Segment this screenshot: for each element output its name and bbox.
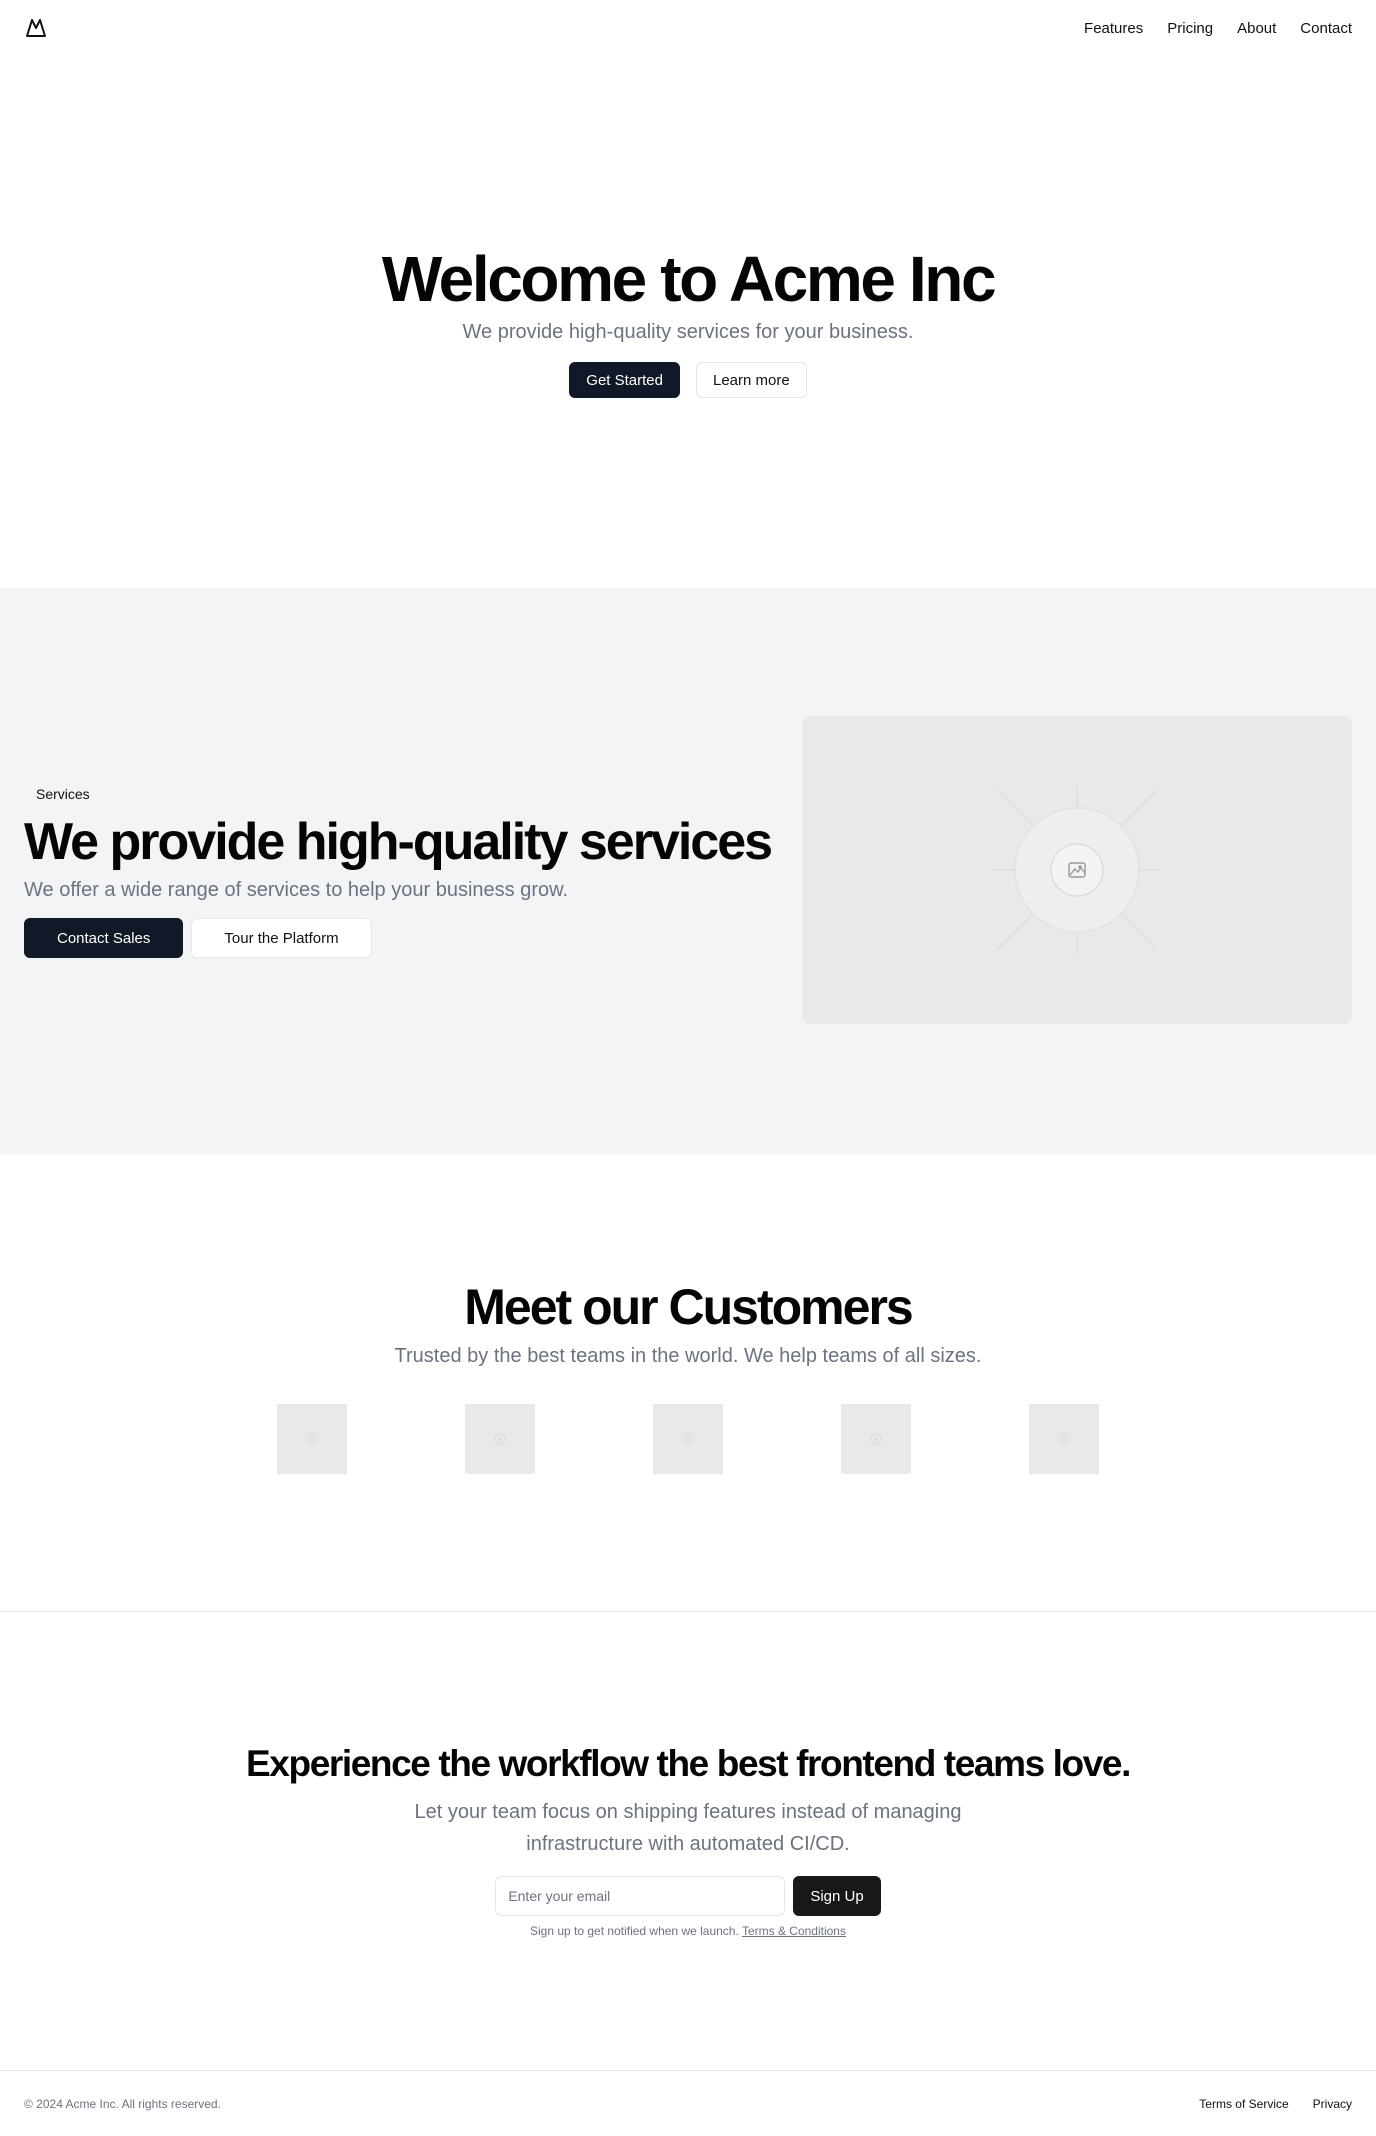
privacy-link[interactable]: Privacy <box>1313 2097 1352 2111</box>
signup-subtitle: Let your team focus on shipping features… <box>414 1801 962 1855</box>
logo-placeholder-icon <box>682 1433 694 1445</box>
mountain-icon <box>26 19 46 37</box>
contact-sales-button[interactable]: Contact Sales <box>24 918 184 958</box>
customer-logo <box>841 1404 911 1474</box>
logo-placeholder-icon <box>494 1433 506 1445</box>
signup-section: Experience the workflow the best fronten… <box>0 1612 1376 2070</box>
customer-logos <box>277 1404 1099 1474</box>
customers-title: Meet our Customers <box>464 1279 913 1335</box>
hero-actions: Get Started Learn more <box>569 362 807 398</box>
services-title: We provide high-quality services <box>24 813 773 871</box>
logo-link[interactable] <box>24 16 48 40</box>
signup-note-text: Sign up to get notified when we launch. <box>530 1924 739 1938</box>
hero-title: Welcome to Acme Inc <box>381 243 997 315</box>
hero-subtitle: We provide high-quality services for you… <box>462 321 914 343</box>
footer-links: Terms of Service Privacy <box>1199 2097 1352 2111</box>
customer-logo <box>277 1404 347 1474</box>
hero-section: Welcome to Acme Inc We provide high-qual… <box>0 56 1376 588</box>
services-section: Services We provide high-quality service… <box>0 588 1376 1154</box>
terms-conditions-link[interactable]: Terms & Conditions <box>742 1924 846 1938</box>
terms-of-service-link[interactable]: Terms of Service <box>1199 2097 1288 2111</box>
services-tag: Services <box>24 784 102 804</box>
logo-placeholder-icon <box>1058 1433 1070 1445</box>
signup-note: Sign up to get notified when we launch. … <box>530 1924 846 1938</box>
get-started-button[interactable]: Get Started <box>569 362 680 398</box>
main-nav: Features Pricing About Contact <box>1084 20 1352 37</box>
signup-form: Sign Up <box>495 1876 881 1916</box>
logo-placeholder-icon <box>306 1433 318 1445</box>
services-subtitle: We offer a wide range of services to hel… <box>24 879 568 901</box>
services-actions: Contact Sales Tour the Platform <box>24 918 764 958</box>
site-header: Features Pricing About Contact <box>0 0 1376 56</box>
customer-logo <box>1029 1404 1099 1474</box>
site-footer: © 2024 Acme Inc. All rights reserved. Te… <box>0 2070 1376 2136</box>
tour-platform-button[interactable]: Tour the Platform <box>191 918 372 958</box>
copyright-text: © 2024 Acme Inc. All rights reserved. <box>24 2096 221 2111</box>
customer-logo <box>653 1404 723 1474</box>
customers-subtitle: Trusted by the best teams in the world. … <box>394 1345 982 1367</box>
services-image-placeholder <box>802 716 1352 1024</box>
nav-contact[interactable]: Contact <box>1300 20 1352 37</box>
customer-logo <box>465 1404 535 1474</box>
email-input[interactable] <box>495 1876 786 1916</box>
nav-pricing[interactable]: Pricing <box>1167 20 1213 37</box>
nav-about[interactable]: About <box>1237 20 1276 37</box>
signup-title: Experience the workflow the best fronten… <box>246 1743 1131 1784</box>
logo-placeholder-icon <box>870 1433 882 1445</box>
nav-features[interactable]: Features <box>1084 20 1143 37</box>
image-placeholder-icon <box>993 786 1161 954</box>
learn-more-button[interactable]: Learn more <box>696 362 807 398</box>
customers-section: Meet our Customers Trusted by the best t… <box>0 1154 1376 1612</box>
sign-up-button[interactable]: Sign Up <box>793 1876 881 1916</box>
services-content: Services We provide high-quality service… <box>24 784 773 958</box>
